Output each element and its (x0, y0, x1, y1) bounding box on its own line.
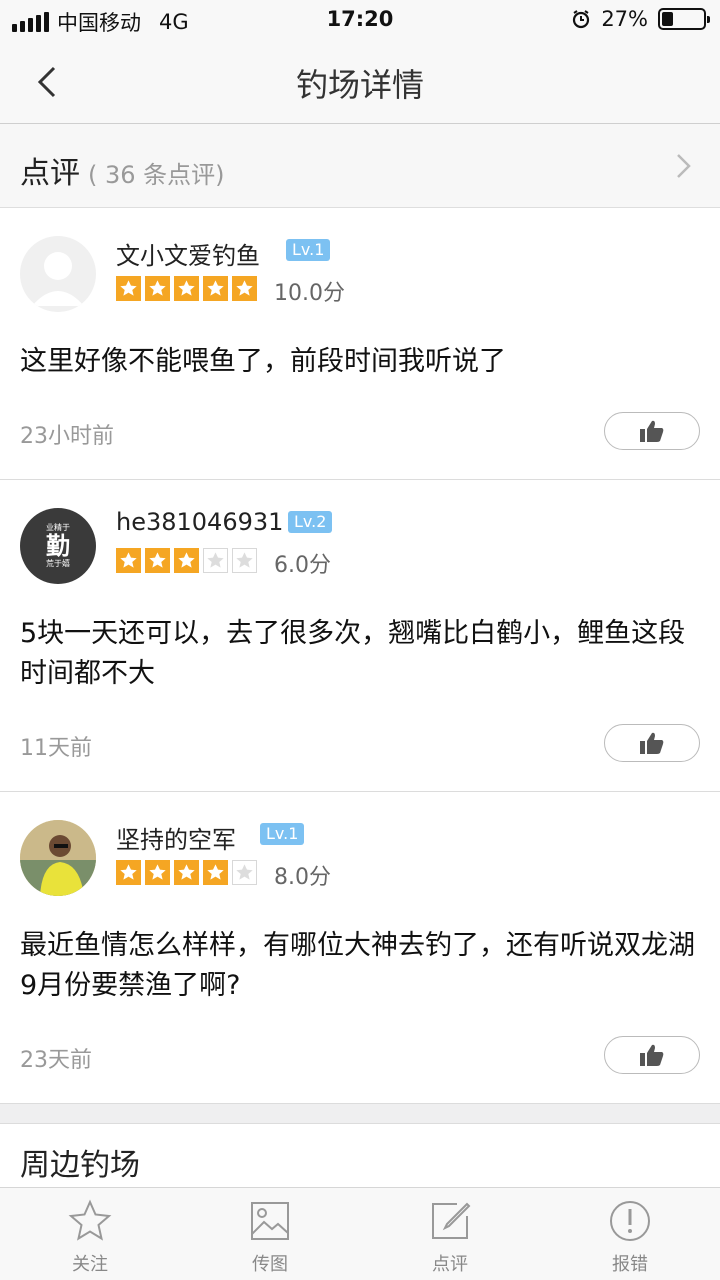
edit-icon (432, 1202, 471, 1239)
nearby-title: 周边钓场 (20, 1148, 140, 1183)
username[interactable]: he381046931 (116, 508, 283, 536)
review-item: 坚持的空军 Lv.1 8.0分 最近鱼情怎么样样，有哪位大神去钓了，还有听说双龙… (0, 792, 720, 1104)
star-empty-icon (203, 548, 228, 573)
star-filled-icon (145, 548, 170, 573)
username[interactable]: 文小文爱钓鱼 (116, 236, 260, 271)
star-filled-icon (116, 860, 141, 885)
star-filled-icon (116, 276, 141, 301)
username[interactable]: 坚持的空军 (116, 820, 236, 855)
thumbs-up-icon (640, 732, 664, 754)
avatar[interactable]: 业精于 勤 荒于嬉 (20, 508, 96, 584)
review-time: 23小时前 (20, 424, 114, 449)
like-button[interactable] (604, 1036, 700, 1074)
thumbs-up-icon (640, 420, 664, 442)
default-avatar-icon (32, 252, 84, 306)
star-filled-icon (174, 860, 199, 885)
bottom-tab-bar: 关注 传图 点评 报错 (0, 1187, 720, 1280)
level-badge: Lv.1 (260, 823, 305, 845)
star-empty-icon (232, 548, 257, 573)
star-filled-icon (145, 860, 170, 885)
reviews-header[interactable]: 点评 ( 36 条点评) (0, 124, 720, 208)
score: 6.0分 (274, 553, 331, 578)
rating-stars (116, 276, 257, 301)
star-filled-icon (116, 548, 141, 573)
rating-stars (116, 860, 257, 885)
tab-follow[interactable]: 关注 (0, 1188, 180, 1280)
chevron-right-icon (677, 154, 691, 178)
avatar-text: 荒于嬉 (46, 559, 70, 568)
tab-label: 点评 (432, 1254, 468, 1275)
star-empty-icon (232, 860, 257, 885)
star-filled-icon (174, 548, 199, 573)
page-title: 钓场详情 (295, 66, 424, 104)
nearby-section: 周边钓场 (0, 1123, 720, 1187)
star-filled-icon (174, 276, 199, 301)
star-icon (68, 1199, 112, 1241)
score: 10.0分 (274, 281, 345, 306)
star-filled-icon (203, 276, 228, 301)
avatar-text: 勤 (46, 532, 70, 560)
tab-label: 关注 (72, 1254, 108, 1275)
reviews-label: 点评 (20, 156, 80, 191)
star-filled-icon (145, 276, 170, 301)
review-time: 23天前 (20, 1048, 92, 1073)
nav-bar: 钓场详情 (0, 40, 720, 124)
review-item: 业精于 勤 荒于嬉 he381046931 Lv.2 6.0分 5块一天还可以，… (0, 480, 720, 792)
avatar[interactable] (20, 236, 96, 312)
rating-stars (116, 548, 257, 573)
level-badge: Lv.2 (288, 511, 333, 533)
tab-upload-image[interactable]: 传图 (180, 1188, 360, 1280)
review-content: 最近鱼情怎么样样，有哪位大神去钓了，还有听说双龙湖9月份要禁渔了啊? (20, 930, 695, 1001)
alarm-icon (573, 10, 590, 29)
score: 8.0分 (274, 865, 331, 890)
level-badge: Lv.1 (286, 239, 331, 261)
tab-label: 报错 (612, 1254, 648, 1275)
like-button[interactable] (604, 724, 700, 762)
avatar[interactable] (20, 820, 96, 896)
thumbs-up-icon (640, 1044, 664, 1066)
reviews-count: ( 36 条点评) (88, 161, 225, 189)
review-content: 5块一天还可以，去了很多次，翘嘴比白鹤小，鲤鱼这段时间都不大 (20, 618, 686, 689)
star-filled-icon (232, 276, 257, 301)
image-icon (251, 1202, 289, 1240)
user-photo-avatar (20, 820, 96, 896)
review-content: 这里好像不能喂鱼了，前段时间我听说了 (20, 346, 506, 377)
alert-icon (610, 1201, 650, 1241)
review-item: 文小文爱钓鱼 Lv.1 10.0分 这里好像不能喂鱼了，前段时间我听说了 23小… (0, 208, 720, 480)
status-bar: 中国移动 4G 17:20 27% (0, 0, 720, 40)
tab-report-error[interactable]: 报错 (540, 1188, 720, 1280)
tab-review[interactable]: 点评 (360, 1188, 540, 1280)
like-button[interactable] (604, 412, 700, 450)
star-filled-icon (203, 860, 228, 885)
tab-label: 传图 (252, 1254, 288, 1275)
battery-percent: 27% (601, 7, 648, 31)
review-time: 11天前 (20, 736, 92, 761)
battery-icon (658, 8, 710, 30)
